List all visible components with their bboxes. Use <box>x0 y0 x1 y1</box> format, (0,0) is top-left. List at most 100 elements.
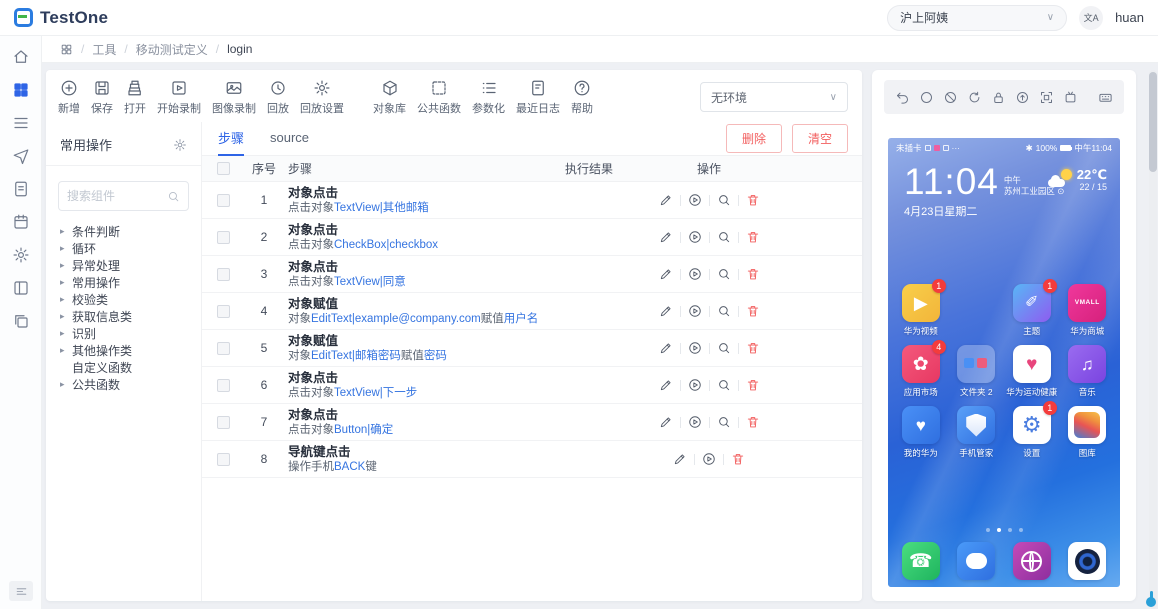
toolbar-button-log[interactable]: 最近日志 <box>516 79 560 116</box>
row-checkbox[interactable] <box>216 415 230 429</box>
rotate-icon[interactable] <box>1063 90 1078 105</box>
object-link[interactable]: EditText|example@company.com <box>311 313 481 325</box>
row-checkbox[interactable] <box>216 304 230 318</box>
edit-icon[interactable] <box>673 452 687 466</box>
edit-icon[interactable] <box>659 378 673 392</box>
toolbar-button-func[interactable]: 公共函数 <box>417 79 461 116</box>
row-checkbox[interactable] <box>216 193 230 207</box>
object-link[interactable]: 用户名 <box>504 313 539 325</box>
toolbar-button-save[interactable]: 保存 <box>91 79 113 116</box>
page-dot[interactable] <box>1007 528 1012 532</box>
trash-icon[interactable] <box>746 193 760 207</box>
toolbar-button-record[interactable]: 开始录制 <box>157 79 201 116</box>
tab-步骤[interactable]: 步骤 <box>218 122 245 156</box>
rail-icon-calendar[interactable] <box>12 213 30 231</box>
play-icon[interactable] <box>688 304 702 318</box>
play-icon[interactable] <box>702 452 716 466</box>
scrollbar-thumb[interactable] <box>1149 72 1157 172</box>
app-icon-messages[interactable] <box>957 542 996 580</box>
search-icon[interactable] <box>717 304 731 318</box>
search-input[interactable] <box>67 189 167 203</box>
trash-icon[interactable] <box>746 378 760 392</box>
app-icon-phone[interactable]: ☎ <box>901 542 940 580</box>
undo-icon[interactable] <box>895 90 910 105</box>
breadcrumb-item[interactable]: login <box>227 42 252 56</box>
app-icon-camera[interactable] <box>1068 542 1107 580</box>
toolbar-button-help[interactable]: 帮助 <box>571 79 593 116</box>
trash-icon[interactable] <box>746 304 760 318</box>
delete-button[interactable]: 删除 <box>725 124 782 153</box>
edit-icon[interactable] <box>659 415 673 429</box>
ban-icon[interactable] <box>943 90 958 105</box>
search-icon[interactable] <box>717 415 731 429</box>
toolbar-button-params[interactable]: 参数化 <box>472 79 505 116</box>
app-icon-themes[interactable]: ✐ 1 <box>1012 279 1057 322</box>
collapse-sidebar-button[interactable] <box>9 581 33 601</box>
edit-icon[interactable] <box>659 341 673 355</box>
app-icon-app-market[interactable]: ✿ 4 <box>901 340 946 383</box>
row-checkbox[interactable] <box>216 267 230 281</box>
tree-item[interactable]: ▸ 识别 <box>60 325 195 342</box>
object-link[interactable]: CheckBox|checkbox <box>334 239 438 251</box>
trash-icon[interactable] <box>746 341 760 355</box>
page-dot[interactable] <box>996 528 1001 532</box>
edit-icon[interactable] <box>659 304 673 318</box>
tree-item[interactable]: ▸ 循环 <box>60 240 195 257</box>
search-icon[interactable] <box>167 190 180 203</box>
object-link[interactable]: EditText|邮箱密码 <box>311 350 401 362</box>
play-icon[interactable] <box>688 193 702 207</box>
object-link[interactable]: Button|确定 <box>334 424 393 436</box>
toolbar-button-gear[interactable]: 回放设置 <box>300 79 344 116</box>
search-icon[interactable] <box>717 267 731 281</box>
toolbar-button-cube[interactable]: 对象库 <box>373 79 406 116</box>
tree-item[interactable]: ▸ 校验类 <box>60 291 195 308</box>
play-icon[interactable] <box>688 267 702 281</box>
rail-icon-list[interactable] <box>12 114 30 132</box>
row-checkbox[interactable] <box>216 230 230 244</box>
row-checkbox[interactable] <box>216 341 230 355</box>
tree-item[interactable]: ▸ 其他操作类 <box>60 342 195 359</box>
gear-icon[interactable] <box>173 138 187 152</box>
rail-icon-send[interactable] <box>12 147 30 165</box>
trash-icon[interactable] <box>746 267 760 281</box>
keyboard-icon[interactable] <box>1098 90 1113 105</box>
rail-icon-doc[interactable] <box>12 180 30 198</box>
breadcrumb-item[interactable]: 工具 <box>92 41 116 58</box>
play-icon[interactable] <box>688 378 702 392</box>
app-icon-phone-manager[interactable] <box>957 406 996 444</box>
rail-icon-home[interactable] <box>12 48 30 66</box>
trash-icon[interactable] <box>731 452 745 466</box>
app-icon-huawei-video[interactable]: ▶ 1 <box>901 279 946 322</box>
tree-item[interactable]: ▸ 公共函数 <box>60 376 195 393</box>
row-checkbox[interactable] <box>216 452 230 466</box>
tree-item[interactable]: ▸ 获取信息类 <box>60 308 195 325</box>
search-icon[interactable] <box>717 193 731 207</box>
select-all-checkbox[interactable] <box>216 162 230 175</box>
toolbar-button-plus[interactable]: 新增 <box>58 79 80 116</box>
object-link[interactable]: TextView|同意 <box>334 276 406 288</box>
page-dot[interactable] <box>1018 528 1023 532</box>
toolbar-button-history[interactable]: 回放 <box>267 79 289 116</box>
upload-icon[interactable] <box>1015 90 1030 105</box>
scan-icon[interactable] <box>1039 90 1054 105</box>
object-link[interactable]: TextView|其他邮箱 <box>334 202 429 214</box>
app-icon-health[interactable]: ♥ <box>1012 345 1051 383</box>
refresh-icon[interactable] <box>967 90 982 105</box>
tree-item[interactable]: ▸ 条件判断 <box>60 223 195 240</box>
edit-icon[interactable] <box>659 230 673 244</box>
rail-icon-gear[interactable] <box>12 246 30 264</box>
play-icon[interactable] <box>688 415 702 429</box>
app-icon-browser[interactable] <box>1012 542 1051 580</box>
breadcrumb-item[interactable]: 移动测试定义 <box>136 41 208 58</box>
app-icon-folder-2[interactable] <box>957 345 996 383</box>
translate-icon[interactable]: 文A <box>1079 5 1104 30</box>
trash-icon[interactable] <box>746 415 760 429</box>
lock-icon[interactable] <box>991 90 1006 105</box>
edit-icon[interactable] <box>659 193 673 207</box>
tab-source[interactable]: source <box>270 122 309 156</box>
row-checkbox[interactable] <box>216 378 230 392</box>
toolbar-button-image[interactable]: 图像录制 <box>212 79 256 116</box>
rail-icon-apps[interactable] <box>12 81 30 99</box>
object-link[interactable]: TextView|下一步 <box>334 387 417 399</box>
toolbar-button-open[interactable]: 打开 <box>124 79 146 116</box>
